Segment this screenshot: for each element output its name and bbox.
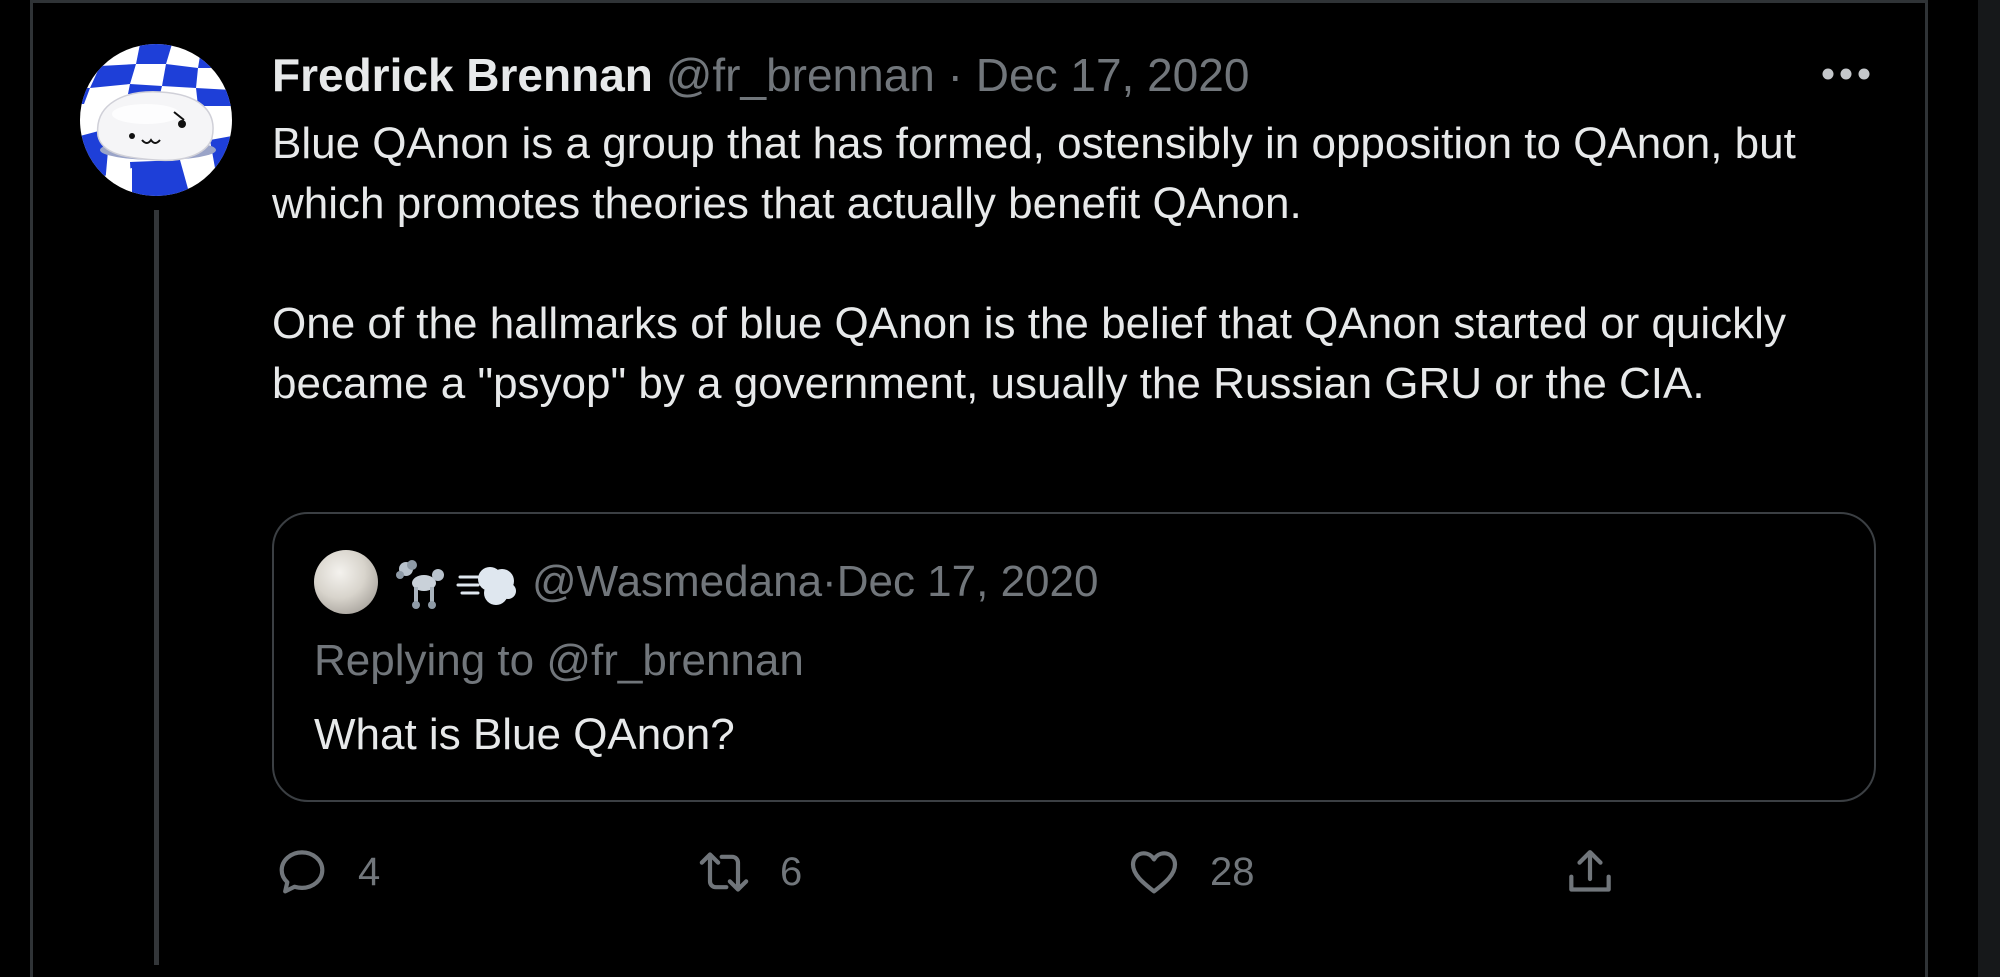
tweet-body: Blue QAnon is a group that has formed, o… <box>272 114 1872 414</box>
reply-button[interactable]: 4 <box>274 842 380 902</box>
quoted-tweet-date[interactable]: Dec 17, 2020 <box>837 557 1099 607</box>
like-count: 28 <box>1210 849 1255 894</box>
share-icon <box>1569 850 1611 892</box>
quoted-header-separator: · <box>822 557 837 606</box>
scrollbar-track[interactable] <box>1978 0 2000 977</box>
retweet-count: 6 <box>780 849 803 894</box>
heart-icon <box>1130 851 1178 894</box>
share-button[interactable] <box>1562 842 1618 902</box>
quoted-tweet[interactable]: @Wasmedana · Dec 17, 2020 Replying to @f… <box>272 512 1876 802</box>
tweet-paragraph-2: One of the hallmarks of blue QAnon is th… <box>272 299 1786 408</box>
tweet-paragraph-1: Blue QAnon is a group that has formed, o… <box>272 119 1796 228</box>
quoted-author-avatar[interactable] <box>314 550 378 614</box>
header-separator: · <box>947 49 963 101</box>
retweet-icon <box>699 852 749 892</box>
tweet-header: Fredrick Brennan @fr_brennan · Dec 17, 2… <box>272 48 1249 102</box>
reply-count: 4 <box>358 849 381 894</box>
author-handle[interactable]: @fr_brennan <box>666 49 935 101</box>
retweet-button[interactable]: 6 <box>696 842 802 902</box>
author-name[interactable]: Fredrick Brennan <box>272 49 653 101</box>
more-options-button[interactable] <box>1820 62 1872 86</box>
author-avatar-image <box>80 44 232 196</box>
quoted-tweet-text: What is Blue QAnon? <box>314 710 735 759</box>
dash-emoji-icon <box>456 567 516 605</box>
author-avatar[interactable] <box>80 44 232 196</box>
tweet-action-bar: 4 6 28 <box>0 842 2000 902</box>
replying-to-label: Replying to @fr_brennan <box>314 636 804 685</box>
like-button[interactable]: 28 <box>1126 842 1255 902</box>
reply-icon <box>279 850 325 894</box>
quoted-author-handle[interactable]: @Wasmedana <box>532 557 822 607</box>
quoted-tweet-header: @Wasmedana · Dec 17, 2020 <box>314 550 1098 614</box>
poodle-emoji-icon <box>396 560 444 609</box>
tweet-date[interactable]: Dec 17, 2020 <box>976 49 1250 101</box>
more-horizontal-icon <box>1822 68 1870 80</box>
